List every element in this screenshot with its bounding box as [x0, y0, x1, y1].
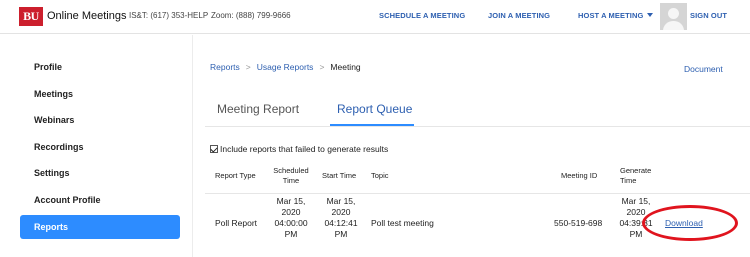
- sidebar-item-webinars[interactable]: Webinars: [20, 108, 180, 132]
- zoom-phone: Zoom: (888) 799-9666: [211, 11, 291, 20]
- cell-scheduled-year: 2020: [281, 207, 301, 217]
- sign-out-link[interactable]: SIGN OUT: [690, 11, 727, 20]
- header-scheduled-line2: Time: [282, 176, 300, 185]
- include-failed-option: Include reports that failed to generate …: [210, 144, 388, 154]
- tab-meeting-report[interactable]: Meeting Report: [217, 102, 299, 116]
- sidebar-item-recordings[interactable]: Recordings: [20, 135, 180, 159]
- cell-start-date: Mar 15,: [326, 196, 356, 206]
- cell-meeting-id: 550-519-698: [554, 218, 603, 228]
- chevron-down-icon: [647, 13, 654, 17]
- table-header-divider: [205, 193, 750, 194]
- download-link[interactable]: Download: [665, 218, 703, 228]
- sidebar-item-reports[interactable]: Reports: [20, 215, 180, 239]
- cell-start-ampm: PM: [334, 229, 348, 239]
- breadcrumb-usage-reports[interactable]: Usage Reports: [257, 62, 314, 72]
- bu-logo[interactable]: BU: [19, 7, 43, 26]
- cell-scheduled-date: Mar 15,: [276, 196, 306, 206]
- sidebar-item-profile[interactable]: Profile: [20, 55, 180, 79]
- cell-generate-time: Mar 15, 2020 04:39:31 PM: [612, 196, 660, 240]
- top-header: BU Online Meetings IS&T: (617) 353-HELP …: [0, 0, 750, 34]
- cell-generate-year: 2020: [626, 207, 646, 217]
- sidebar-item-settings[interactable]: Settings: [20, 161, 180, 185]
- host-meeting-label: HOST A MEETING: [578, 11, 644, 20]
- breadcrumb: Reports > Usage Reports > Meeting: [210, 62, 361, 72]
- tabs-divider: [205, 126, 750, 127]
- breadcrumb-meeting: Meeting: [330, 62, 361, 72]
- sidebar-divider: [192, 35, 193, 257]
- header-generate-time: Generate Time: [620, 166, 651, 186]
- header-meeting-id: Meeting ID: [561, 171, 598, 180]
- join-meeting-link[interactable]: JOIN A MEETING: [488, 11, 550, 20]
- include-failed-checkbox[interactable]: [210, 145, 218, 153]
- cell-scheduled-clock: 04:00:00: [274, 218, 308, 228]
- breadcrumb-separator: >: [319, 62, 325, 72]
- header-start-time: Start Time: [322, 171, 357, 180]
- user-avatar[interactable]: [660, 3, 687, 30]
- cell-report-type: Poll Report: [215, 218, 258, 228]
- sidebar-item-meetings[interactable]: Meetings: [20, 82, 180, 106]
- header-generate-line1: Generate: [620, 166, 652, 175]
- cell-generate-date: Mar 15,: [621, 196, 651, 206]
- cell-topic: Poll test meeting: [371, 218, 434, 228]
- cell-generate-ampm: PM: [629, 229, 643, 239]
- cell-scheduled-time: Mar 15, 2020 04:00:00 PM: [266, 196, 316, 240]
- breadcrumb-reports[interactable]: Reports: [210, 62, 240, 72]
- document-link[interactable]: Document: [684, 64, 723, 74]
- cell-generate-clock: 04:39:31: [619, 218, 653, 228]
- brand-title[interactable]: Online Meetings: [47, 10, 127, 22]
- header-scheduled-line1: Scheduled: [273, 166, 309, 175]
- include-failed-label: Include reports that failed to generate …: [220, 144, 389, 154]
- sidebar-item-account-profile[interactable]: Account Profile: [20, 188, 180, 212]
- header-report-type: Report Type: [215, 171, 256, 180]
- sidebar: Profile Meetings Webinars Recordings Set…: [0, 35, 192, 257]
- avatar-body: [663, 21, 684, 30]
- tab-report-queue[interactable]: Report Queue: [337, 102, 412, 116]
- header-generate-line2: Time: [620, 176, 637, 185]
- ist-help-phone: IS&T: (617) 353-HELP: [129, 11, 209, 20]
- cell-start-time: Mar 15, 2020 04:12:41 PM: [316, 196, 366, 240]
- cell-scheduled-ampm: PM: [284, 229, 298, 239]
- cell-start-year: 2020: [331, 207, 351, 217]
- cell-start-clock: 04:12:41: [324, 218, 358, 228]
- header-scheduled-time: Scheduled Time: [273, 166, 309, 186]
- avatar-head: [668, 8, 679, 19]
- breadcrumb-separator: >: [245, 62, 251, 72]
- header-topic: Topic: [371, 171, 389, 180]
- schedule-meeting-link[interactable]: SCHEDULE A MEETING: [379, 11, 465, 20]
- host-meeting-dropdown[interactable]: HOST A MEETING: [578, 11, 654, 20]
